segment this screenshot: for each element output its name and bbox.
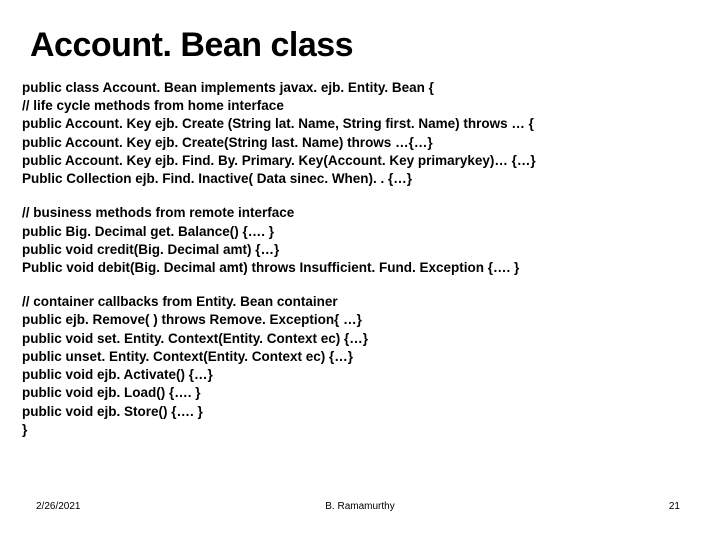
code-line: public class Account. Bean implements ja… — [22, 79, 698, 97]
code-line: // business methods from remote interfac… — [22, 204, 698, 222]
code-line: public Big. Decimal get. Balance() {…. } — [22, 223, 698, 241]
code-line: } — [22, 421, 698, 439]
code-line: public unset. Entity. Context(Entity. Co… — [22, 348, 698, 366]
code-block-callbacks: // container callbacks from Entity. Bean… — [22, 293, 698, 439]
slide-title: Account. Bean class — [30, 26, 698, 65]
slide: Account. Bean class public class Account… — [0, 0, 720, 540]
code-block-business: // business methods from remote interfac… — [22, 204, 698, 277]
code-line: // life cycle methods from home interfac… — [22, 97, 698, 115]
code-line: public void set. Entity. Context(Entity.… — [22, 330, 698, 348]
footer-author: B. Ramamurthy — [0, 501, 720, 512]
code-block-lifecycle: public class Account. Bean implements ja… — [22, 79, 698, 188]
code-line: public void credit(Big. Decimal amt) {…} — [22, 241, 698, 259]
footer-page: 21 — [669, 501, 680, 512]
code-line: // container callbacks from Entity. Bean… — [22, 293, 698, 311]
code-line: public void ejb. Activate() {…} — [22, 366, 698, 384]
code-line: public Account. Key ejb. Create(String l… — [22, 134, 698, 152]
code-line: Public Collection ejb. Find. Inactive( D… — [22, 170, 698, 188]
code-line: public Account. Key ejb. Find. By. Prima… — [22, 152, 698, 170]
code-line: public void ejb. Load() {…. } — [22, 384, 698, 402]
code-line: public ejb. Remove( ) throws Remove. Exc… — [22, 311, 698, 329]
code-line: Public void debit(Big. Decimal amt) thro… — [22, 259, 698, 277]
code-line: public void ejb. Store() {…. } — [22, 403, 698, 421]
code-line: public Account. Key ejb. Create (String … — [22, 115, 698, 133]
